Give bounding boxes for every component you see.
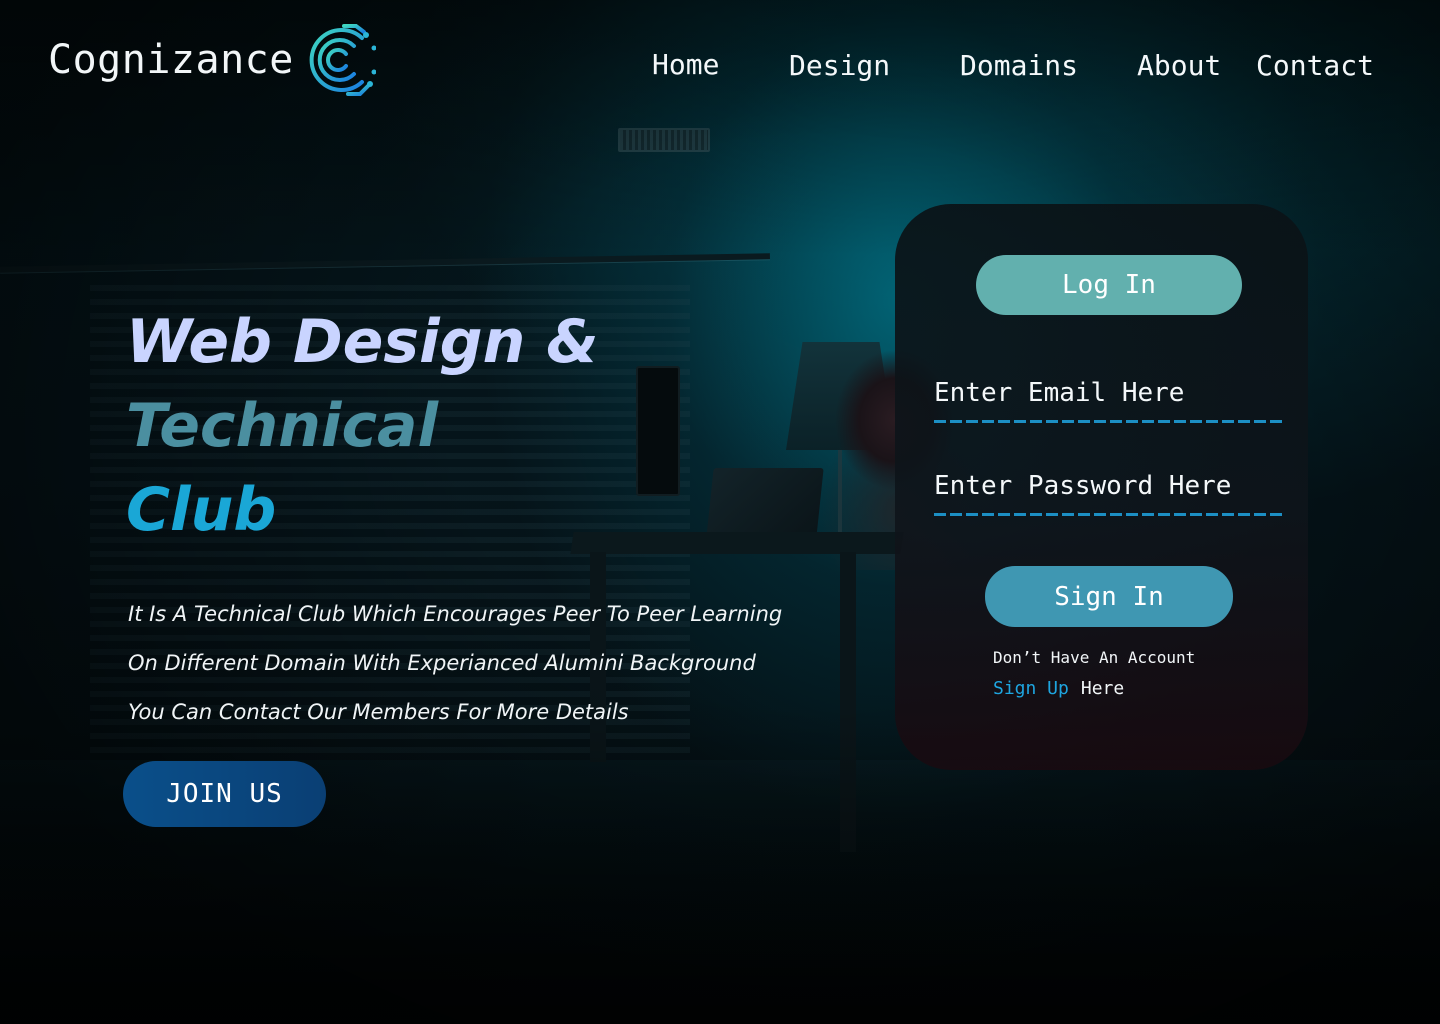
background-lamp-shade xyxy=(786,342,896,450)
sign-in-button[interactable]: Sign In xyxy=(985,566,1233,627)
hero-description-line: It Is A Technical Club Which Encourages … xyxy=(128,602,783,626)
password-field xyxy=(934,471,1286,516)
background-desk xyxy=(570,532,904,554)
email-underline xyxy=(934,420,1286,423)
background-air-vent xyxy=(618,128,710,152)
hero-title-line3: Club xyxy=(126,475,277,545)
sign-up-link[interactable]: Sign Up xyxy=(993,678,1069,699)
hero-description-line: You Can Contact Our Members For More Det… xyxy=(128,700,629,724)
nav-design[interactable]: Design xyxy=(789,49,890,82)
password-input[interactable] xyxy=(934,471,1286,513)
log-in-button[interactable]: Log In xyxy=(976,255,1242,315)
email-field xyxy=(934,378,1286,423)
email-input[interactable] xyxy=(934,378,1286,420)
hero-title: Web Design & Technical Club xyxy=(126,300,599,552)
nav-about[interactable]: About xyxy=(1137,49,1221,82)
background-lamp-stem xyxy=(838,450,842,538)
nav-contact[interactable]: Contact xyxy=(1256,49,1374,82)
no-account-text: Don’t Have An Account xyxy=(993,648,1196,667)
background-laptop xyxy=(706,468,824,538)
background-monitor xyxy=(636,366,680,496)
hero-description: It Is A Technical Club Which Encourages … xyxy=(128,590,782,737)
hero-title-line2: Technical xyxy=(126,391,439,461)
signup-line: Sign Up Here xyxy=(993,678,1124,699)
join-us-button[interactable]: JOIN US xyxy=(123,761,326,827)
login-card: Log In Sign In Don’t Have An Account Sig… xyxy=(895,204,1308,770)
hero-title-line1: Web Design & xyxy=(126,307,599,377)
signup-suffix: Here xyxy=(1080,678,1125,699)
nav-home[interactable]: Home xyxy=(652,48,719,81)
password-underline xyxy=(934,513,1286,516)
background-curtain-rod xyxy=(0,253,770,273)
background-desk-leg xyxy=(840,552,856,852)
top-nav: Home Design Domains About Contact xyxy=(0,48,1440,88)
hero-description-line: On Different Domain With Experianced Alu… xyxy=(128,651,756,675)
nav-domains[interactable]: Domains xyxy=(960,49,1078,82)
